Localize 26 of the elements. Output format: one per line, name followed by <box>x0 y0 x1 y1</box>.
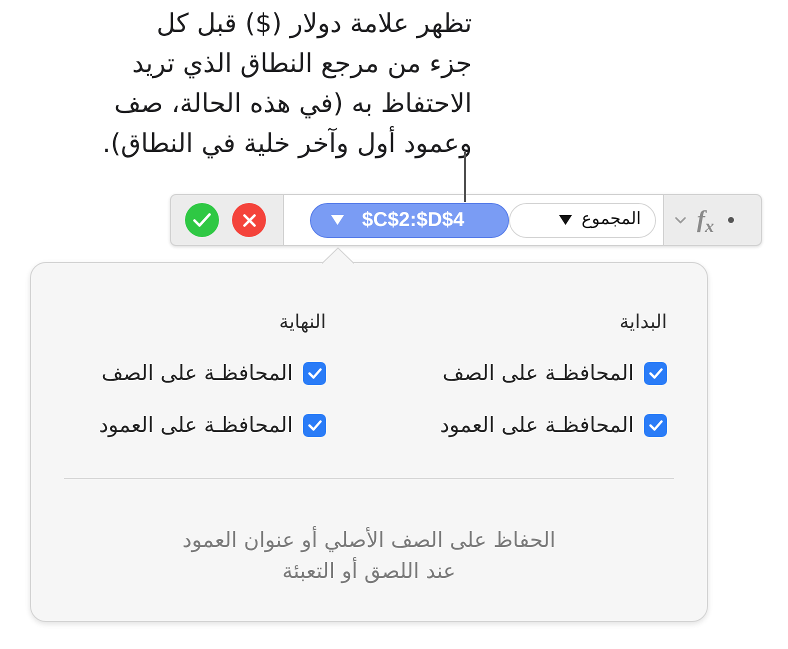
chevron-down-icon[interactable] <box>675 216 686 224</box>
callout-text: تظهر علامة دولار ($) قبل كل جزء من مرجع النطاق الذي تريد الاحتفاظ به (في هذه الحالة، صف وعمود أول وآخر خلية في النطاق). <box>102 8 472 161</box>
checkbox-label: المحافظـة على الصف <box>101 360 293 387</box>
cancel-button[interactable] <box>232 203 266 237</box>
dot-icon <box>728 217 734 223</box>
checkbox-label: المحافظـة على العمود <box>440 412 634 439</box>
close-icon <box>242 214 256 226</box>
checkbox[interactable] <box>303 362 326 384</box>
caret-icon <box>558 215 572 225</box>
section-title: البداية <box>619 310 667 335</box>
leader-line <box>464 152 466 202</box>
check-icon <box>308 420 322 430</box>
check-icon <box>648 420 662 430</box>
footer-note: الحفاظ على الصف الأصلي أو عنوان العمود عند اللصق أو التعبئة <box>182 525 556 586</box>
check-icon <box>193 213 211 227</box>
accept-button[interactable] <box>185 203 219 237</box>
check-icon <box>648 368 662 378</box>
checkbox[interactable] <box>303 414 326 436</box>
checkbox[interactable] <box>644 414 667 436</box>
check-icon <box>308 368 322 378</box>
checkbox[interactable] <box>644 362 667 384</box>
function-token[interactable]: المجموع <box>509 202 656 238</box>
checkbox-label: المحافظـة على الصف <box>442 360 634 387</box>
section-title: النهاية <box>279 310 326 335</box>
caret-icon <box>331 215 344 225</box>
checkbox-label: المحافظـة على العمود <box>98 412 293 439</box>
